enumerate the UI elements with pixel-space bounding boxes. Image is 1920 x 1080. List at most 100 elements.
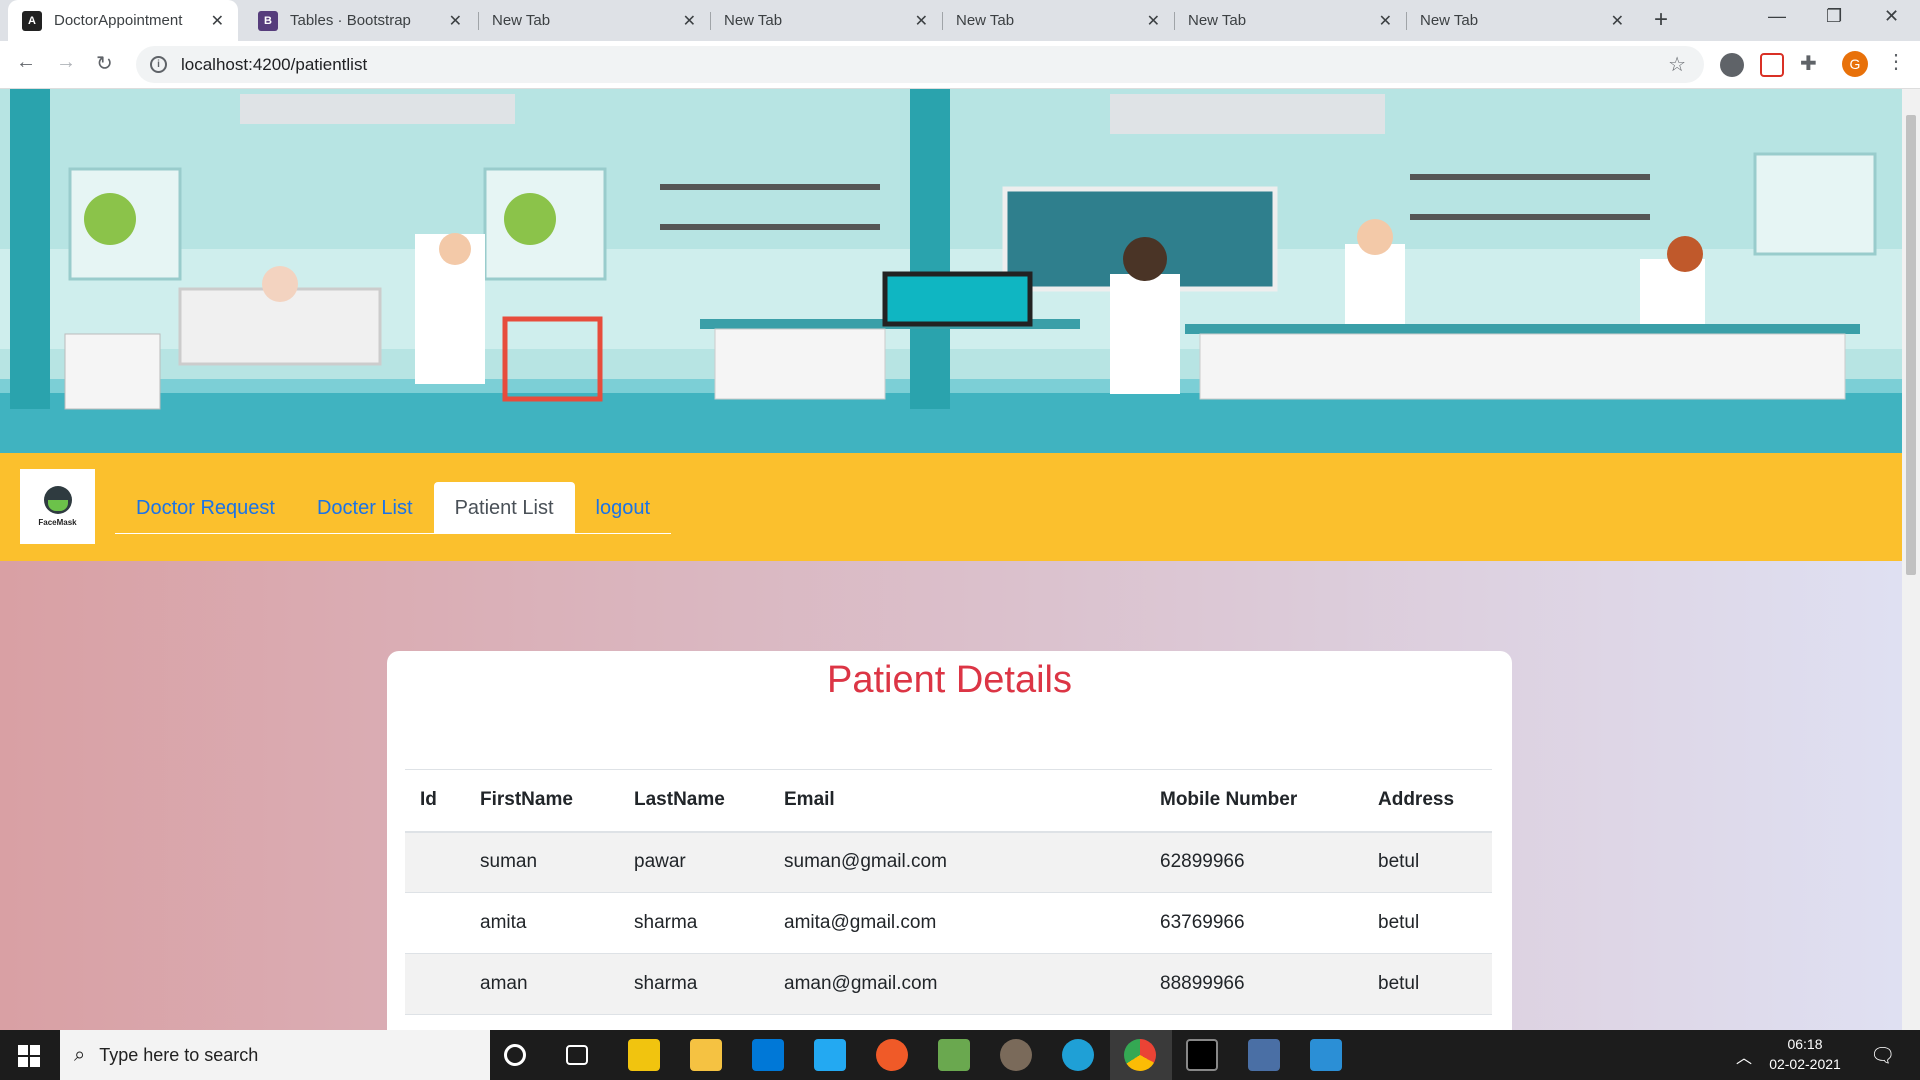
cell-email: aman@gmail.com [769,953,1145,1015]
browser-tab-strip: A DoctorAppointment ✕ B Tables · Bootstr… [0,0,1920,41]
store-icon[interactable] [628,1039,660,1071]
close-icon[interactable]: ✕ [1147,11,1160,31]
cell-address: betul [1363,892,1492,954]
tab-new-tab[interactable]: New Tab ✕ [478,0,710,41]
table-header-row: Id FirstName LastName Email Mobile Numbe… [405,769,1492,833]
minimize-icon[interactable]: — [1768,6,1786,27]
url-text[interactable]: localhost:4200/patientlist [181,55,367,75]
tab-new-tab[interactable]: New Tab ✕ [1406,0,1638,41]
reload-icon[interactable]: ↻ [96,51,113,76]
file-explorer-icon[interactable] [690,1039,722,1071]
tab-doctorappointment[interactable]: A DoctorAppointment ✕ [8,0,238,41]
restore-icon[interactable]: ❐ [1826,6,1842,27]
cell-firstname: aman [465,953,619,1015]
forward-arrow-icon[interactable]: → [56,51,76,74]
new-tab-button[interactable]: + [1654,6,1668,34]
chevron-up-icon[interactable]: ︿ [1736,1044,1752,1068]
patient-details-card: Patient Details Id FirstName LastName Em… [387,651,1512,1030]
cell-lastname: sharma [619,953,769,1015]
banner-image [0,89,1902,453]
address-bar[interactable]: i localhost:4200/patientlist ☆ [136,46,1704,83]
taskbar-search-box[interactable]: ⌕ Type here to search [60,1030,490,1080]
cell-id [405,892,465,954]
bootstrap-icon: B [258,10,278,31]
column-header-address: Address [1363,769,1492,833]
tab-title: DoctorAppointment [54,12,183,29]
cell-lastname: sharma [619,892,769,954]
table-row: aman sharma aman@gmail.com 88899966 betu… [405,953,1492,1015]
table-row: amita sharma amita@gmail.com 63769966 be… [405,892,1492,954]
cell-firstname: amita [465,892,619,954]
page-viewport: FaceMask Doctor Request Docter List Pati… [0,89,1902,1030]
tab-title: New Tab [1420,12,1479,29]
nav-links: Doctor Request Docter List Patient List … [115,482,672,534]
clock-date: 02-02-2021 [1769,1056,1841,1072]
tab-bootstrap[interactable]: B Tables · Bootstrap ✕ [244,0,476,41]
logo-text: FaceMask [38,518,77,527]
profile-avatar[interactable]: G [1842,51,1868,77]
tab-new-tab[interactable]: New Tab ✕ [1174,0,1406,41]
close-icon[interactable]: ✕ [915,11,928,31]
search-placeholder: Type here to search [99,1044,259,1065]
nav-logout[interactable]: logout [575,482,672,534]
main-content: Patient Details Id FirstName LastName Em… [0,561,1902,1030]
menu-dots-icon[interactable]: ⋮ [1886,49,1906,74]
cell-email: suman@gmail.com [769,831,1145,893]
terminal-icon[interactable] [1186,1039,1218,1071]
cortana-icon[interactable] [504,1044,526,1066]
notepad-icon[interactable] [938,1039,970,1071]
nav-patient-list[interactable]: Patient List [433,482,575,534]
browser-toolbar: ← → ↻ i localhost:4200/patientlist ☆ ✚ G… [0,41,1920,89]
cell-address: betul [1363,953,1492,1015]
nav-docter-list[interactable]: Docter List [296,482,434,534]
cell-lastname: pawar [619,831,769,893]
tab-new-tab[interactable]: New Tab ✕ [942,0,1174,41]
column-header-id: Id [405,769,465,833]
column-header-lastname: LastName [619,769,769,833]
system-clock[interactable]: 06:18 02-02-2021 [1760,1034,1850,1074]
pocket-icon[interactable] [1760,53,1784,77]
face-mask-icon [43,486,72,514]
nav-doctor-request[interactable]: Doctor Request [115,482,296,534]
close-icon[interactable]: ✕ [683,11,696,31]
cell-id [405,831,465,893]
bookmark-star-icon[interactable]: ☆ [1668,52,1686,77]
tab-title: New Tab [1188,12,1247,29]
task-view-icon[interactable] [566,1045,588,1065]
tab-title: New Tab [724,12,783,29]
sql-server-icon[interactable] [1248,1039,1280,1071]
vscode-icon[interactable] [814,1039,846,1071]
column-header-email: Email [769,769,1145,833]
close-icon[interactable]: ✕ [211,11,224,31]
windows-taskbar: ⌕ Type here to search ︿ 06:18 02-02-2021… [0,1030,1920,1080]
photos-icon[interactable] [1310,1039,1342,1071]
column-header-mobile: Mobile Number [1145,769,1363,833]
patient-table: Id FirstName LastName Email Mobile Numbe… [405,769,1492,1015]
cell-firstname: suman [465,831,619,893]
close-icon[interactable]: ✕ [1611,11,1624,31]
info-icon[interactable]: i [150,56,167,73]
cell-mobile: 63769966 [1145,892,1363,954]
tab-new-tab[interactable]: New Tab ✕ [710,0,942,41]
mail-icon[interactable] [752,1039,784,1071]
postman-icon[interactable] [876,1039,908,1071]
windows-start-icon[interactable] [18,1045,40,1067]
back-arrow-icon[interactable]: ← [16,51,36,74]
cell-email: amita@gmail.com [769,892,1145,954]
scrollbar-thumb[interactable] [1906,115,1916,575]
facemask-logo[interactable]: FaceMask [20,469,95,544]
table-row: suman pawar suman@gmail.com 62899966 bet… [405,831,1492,893]
cell-mobile: 62899966 [1145,831,1363,893]
edge-icon[interactable] [1062,1039,1094,1071]
settings-gear-icon[interactable] [1000,1039,1032,1071]
page-title: Patient Details [826,659,1072,701]
close-icon[interactable]: ✕ [449,11,462,31]
page-scrollbar[interactable] [1902,89,1920,1030]
window-close-icon[interactable]: ✕ [1884,6,1899,27]
chrome-icon[interactable] [1124,1039,1156,1071]
extension-icon[interactable] [1720,53,1744,77]
navbar: FaceMask Doctor Request Docter List Pati… [0,453,1902,561]
close-icon[interactable]: ✕ [1379,11,1392,31]
puzzle-extensions-icon[interactable]: ✚ [1800,51,1817,76]
notification-icon[interactable]: 🗨 [1870,1043,1895,1068]
